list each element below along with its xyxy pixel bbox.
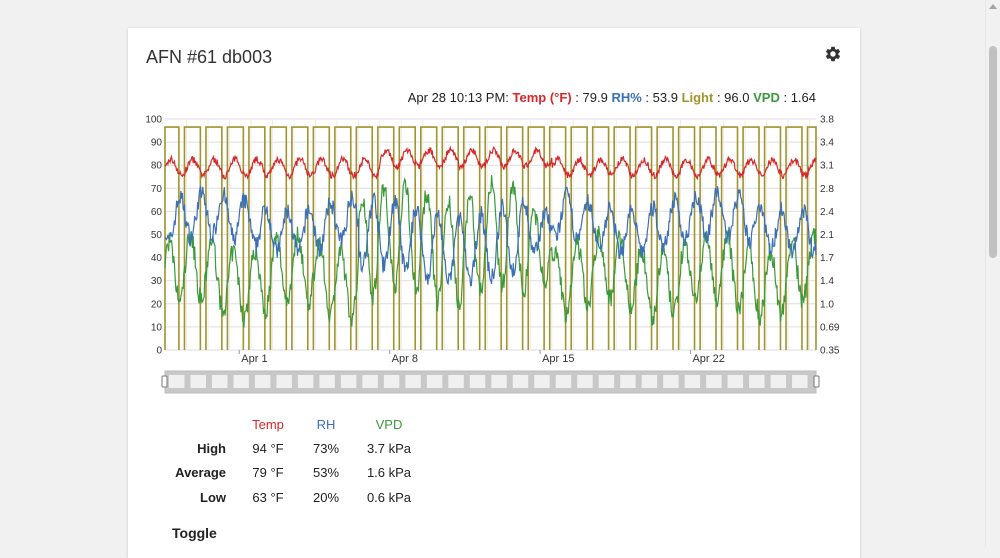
navigator-light-block	[598, 375, 615, 388]
scroll-thumb[interactable]	[989, 46, 997, 258]
y-left-tick-label: 50	[151, 230, 163, 241]
navigator-light-block	[405, 375, 421, 388]
sensor-card: AFN #61 db003 Apr 28 10:13 PM: Temp (°F)…	[128, 28, 860, 558]
series-temp-line	[164, 145, 817, 181]
range-handle-left[interactable]	[161, 375, 168, 388]
y-left-tick-label: 60	[151, 207, 163, 218]
navigator-light-block	[706, 375, 722, 388]
stats-cell-rh: 73%	[312, 440, 340, 456]
stats-header-rh: RH	[316, 416, 336, 432]
x-tick-label: Apr 15	[542, 353, 574, 365]
navigator-light-block	[276, 375, 292, 388]
y-left-tick-label: 100	[145, 115, 162, 126]
y-right-tick-label: 1.7	[820, 253, 834, 264]
y-right-tick-label: 3.4	[820, 138, 834, 149]
navigator-light-block	[319, 375, 335, 388]
stats-cell-temp: 79 °F	[252, 465, 284, 481]
series-rh-line	[164, 185, 817, 287]
sensor-chart[interactable]: 10090807060504030201003.83.43.12.82.42.1…	[128, 28, 860, 408]
navigator-light-block	[254, 375, 271, 388]
range-handle-right[interactable]	[813, 375, 820, 388]
navigator-light-block	[749, 375, 765, 388]
navigator-light-block	[577, 375, 593, 388]
toggle-label[interactable]: Toggle	[172, 525, 217, 541]
y-right-tick-label: 0.35	[820, 346, 840, 357]
stats-cell-vpd: 3.7 kPa	[366, 440, 412, 456]
y-right-tick-label: 3.1	[820, 161, 834, 172]
navigator-light-block	[620, 375, 636, 388]
navigator-light-block	[727, 375, 744, 388]
stats-row-label: High	[197, 440, 226, 456]
stats-header-row: Temp RH VPD	[168, 412, 424, 436]
page-scrollbar[interactable]	[985, 0, 1000, 547]
y-right-tick-label: 2.4	[820, 207, 834, 218]
navigator-light-block	[383, 375, 400, 388]
stats-row-high: High 94 °F 73% 3.7 kPa	[168, 436, 424, 461]
stats-row-label: Average	[175, 465, 226, 481]
navigator-light-block	[297, 375, 314, 388]
navigator-light-block	[190, 375, 206, 388]
navigator-light-block	[534, 375, 550, 388]
navigator-light-block	[448, 375, 464, 388]
y-right-tick-label: 0.69	[820, 322, 840, 333]
stats-cell-rh: 20%	[312, 489, 340, 505]
navigator-light-block	[684, 375, 701, 388]
stats-table: Temp RH VPD High 94 °F 73% 3.7 kPa Avera…	[168, 412, 424, 510]
navigator-light-block	[663, 375, 679, 388]
stats-header-vpd: VPD	[375, 416, 403, 432]
y-left-tick-label: 90	[151, 138, 163, 149]
navigator-light-block	[491, 375, 507, 388]
stats-row-average: Average 79 °F 53% 1.6 kPa	[168, 461, 424, 486]
navigator-light-block	[555, 375, 572, 388]
y-left-tick-label: 80	[151, 161, 163, 172]
stats-cell-rh: 53%	[312, 465, 340, 481]
stats-row-label: Low	[200, 489, 226, 505]
y-left-tick-label: 30	[151, 276, 163, 287]
y-left-tick-label: 70	[151, 184, 163, 195]
y-right-tick-label: 2.1	[820, 230, 834, 241]
navigator-light-block	[426, 375, 443, 388]
scroll-up-arrow-icon[interactable]	[989, 4, 997, 9]
navigator-light-block	[512, 375, 529, 388]
navigator-light-block	[233, 375, 249, 388]
y-right-tick-label: 1.0	[820, 299, 834, 310]
stats-cell-temp: 94 °F	[252, 440, 284, 456]
y-left-tick-label: 10	[151, 322, 163, 333]
navigator-light-block	[469, 375, 486, 388]
navigator-light-block	[641, 375, 658, 388]
navigator-light-block	[340, 375, 357, 388]
stats-cell-vpd: 0.6 kPa	[366, 489, 412, 505]
x-tick-label: Apr 8	[392, 353, 418, 365]
navigator-light-block	[770, 375, 787, 388]
stats-row-low: Low 63 °F 20% 0.6 kPa	[168, 485, 424, 510]
navigator-light-block	[362, 375, 378, 388]
x-tick-label: Apr 22	[692, 353, 724, 365]
y-right-tick-label: 3.8	[820, 115, 834, 126]
stats-header-temp: Temp	[252, 416, 284, 432]
series-light-line	[164, 126, 817, 350]
y-right-tick-label: 1.4	[820, 276, 834, 287]
navigator-light-block	[169, 375, 185, 388]
y-left-tick-label: 20	[151, 299, 163, 310]
navigator-light-block	[211, 375, 228, 388]
y-right-tick-label: 2.8	[820, 184, 834, 195]
navigator-light-block	[792, 375, 808, 388]
x-tick-label: Apr 1	[241, 353, 267, 365]
y-left-tick-label: 0	[156, 346, 162, 357]
y-left-tick-label: 40	[151, 253, 163, 264]
stats-cell-vpd: 1.6 kPa	[366, 465, 412, 481]
stats-cell-temp: 63 °F	[252, 489, 284, 505]
